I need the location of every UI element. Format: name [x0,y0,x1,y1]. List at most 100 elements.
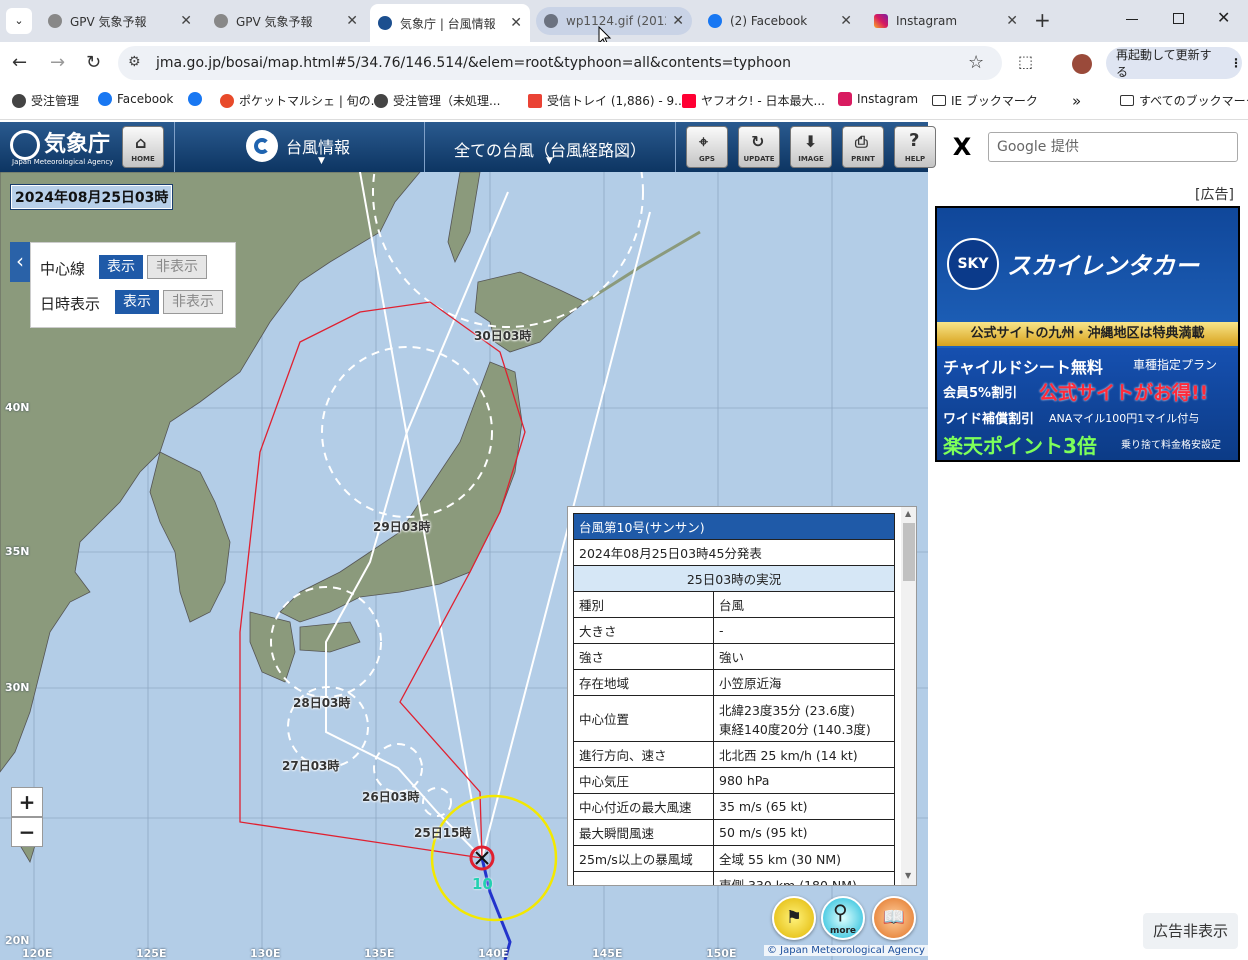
close-icon[interactable]: ✕ [180,13,192,29]
lat-label: 40N [5,401,30,414]
center-line-show-button[interactable]: 表示 [99,255,143,279]
bookmark-item[interactable]: 受注管理（未処理... [374,92,500,109]
forecast-time-label: 25日15時 [414,826,472,840]
gps-button[interactable]: ⌖ GPS [686,126,728,168]
typhoon-info-panel[interactable]: 台風第10号(サンサン) 2024年08月25日03時45分発表 25日03時の… [567,506,917,886]
gpv-favicon-icon [214,14,228,28]
lat-label: 20N [5,934,30,947]
more-button[interactable]: ⚲ more [821,896,865,940]
bookmark-item[interactable]: ポケットマルシェ | 旬の... [220,92,382,109]
bookmarks-more-button[interactable]: » [1072,92,1081,110]
bookmark-item[interactable]: Instagram [838,92,918,106]
table-row: 中心気圧 980 hPa [573,767,895,794]
scroll-thumb[interactable] [903,523,915,581]
help-button[interactable]: ? HELP [894,126,936,168]
divider [675,122,676,172]
forecast-time-label: 28日03時 [293,696,351,710]
zoom-out-button[interactable]: − [11,817,43,847]
bookmark-folder[interactable]: IE ブックマーク [932,92,1038,109]
profile-avatar[interactable] [1072,54,1092,74]
bookmark-item[interactable]: 受信トレイ (1,886) - 9... [528,92,686,109]
image-button[interactable]: ⬇ IMAGE [790,126,832,168]
tab-gpv-2[interactable]: GPV 気象予報 ✕ [206,6,366,36]
window-close-button[interactable]: ✕ [1217,8,1230,27]
close-icon[interactable]: ✕ [672,13,684,29]
bookmark-star-icon[interactable]: ☆ [968,52,984,73]
scroll-up-icon[interactable]: ▲ [905,509,911,518]
map-datetime: 2024年08月25日03時 [10,184,174,210]
close-icon[interactable]: ✕ [1006,13,1018,29]
gmail-icon [528,93,542,108]
tab-gpv-1[interactable]: GPV 気象予報 ✕ [40,6,200,36]
relaunch-button[interactable]: 再起動して更新する ⋮ [1106,47,1242,79]
hide-ads-button[interactable]: 広告非表示 [1143,913,1238,949]
magnifier-icon: ⚲ [833,900,848,924]
chevron-down-icon: ▼ [318,156,325,166]
table-row: 種別 台風 [573,591,895,618]
bookmark-item[interactable]: 受注管理 [12,92,79,109]
gpv-favicon-icon [48,14,62,28]
zoom-in-button[interactable]: + [11,787,43,817]
new-tab-button[interactable]: + [1034,8,1051,32]
x-share-button[interactable]: X [942,128,982,166]
back-icon[interactable]: ← [12,52,27,73]
table-row: 進行方向、速さ 北北西 25 km/h (14 kt) [573,741,895,768]
table-row: 大きさ - [573,617,895,644]
minimize-button[interactable] [1126,19,1138,20]
forecast-time-label: 29日03時 [373,520,431,534]
center-line-hide-button[interactable]: 非表示 [147,255,207,279]
bookmark-item[interactable]: Facebook [98,92,173,106]
maximize-button[interactable] [1173,13,1184,24]
tab-facebook[interactable]: (2) Facebook ✕ [700,6,860,36]
reload-icon[interactable]: ↻ [86,52,101,73]
forecast-time-label: 26日03時 [362,790,420,804]
close-icon[interactable]: ✕ [840,13,852,29]
close-icon[interactable]: ✕ [510,15,522,31]
pocket-marche-icon [220,93,234,108]
table-row: 中心位置 北緯23度35分 (23.6度) 東経140度20分 (140.3度) [573,695,895,742]
lat-label: 30N [5,681,30,694]
bookmark-item[interactable] [188,92,207,106]
google-search-box[interactable]: Google 提供 [988,132,1238,162]
print-button[interactable]: ⎙ PRINT [842,126,884,168]
book-icon: 📖 [882,907,906,928]
ad-bottom-band: チャイルドシート無料 車種指定プラン 会員5%割引 公式サイトがお得!! ワイド… [937,348,1238,460]
forward-icon[interactable]: → [50,52,65,73]
tab-instagram[interactable]: Instagram ✕ [866,6,1026,36]
jma-logo[interactable]: 気象庁 Japan Meteorological Agency [8,126,118,168]
info-section: 25日03時の実況 [573,565,895,592]
legend-icon: ⚑ [785,907,803,928]
table-row: 最大瞬間風速 50 m/s (95 kt) [573,819,895,846]
extensions-icon[interactable]: ⬚ [1018,52,1033,71]
scroll-down-icon[interactable]: ▼ [905,871,911,880]
close-icon[interactable]: ✕ [346,13,358,29]
tab-jma[interactable]: 気象庁 | 台風情報 ✕ [370,4,530,42]
lon-label: 130E [250,947,281,960]
lon-label: 145E [592,947,623,960]
table-row: 強さ 強い [573,643,895,670]
info-scrollbar[interactable]: ▲ ▼ [901,507,916,885]
legend-button[interactable]: ⚑ [772,896,816,940]
all-bookmarks-folder[interactable]: すべてのブックマーク [1120,92,1248,109]
address-bar[interactable]: jma.go.jp/bosai/map.html#5/34.76/146.514… [118,46,1002,80]
facebook-icon [708,14,722,28]
typhoon-info-menu[interactable]: 台風情報 [246,130,350,162]
update-button[interactable]: ↻ UPDATE [738,126,780,168]
datetime-hide-button[interactable]: 非表示 [163,290,223,314]
panel-collapse-button[interactable]: ‹ [10,242,30,282]
kyushu [249,611,296,683]
menu-dots-icon: ⋮ [1230,56,1242,70]
copyright: © Japan Meteorological Agency [764,945,928,956]
tab-search-button[interactable]: ⌄ [6,8,32,34]
guide-button[interactable]: 📖 [872,896,916,940]
datetime-display-label: 日時表示 [40,295,101,313]
table-row: 25m/s以上の暴風域 全域 55 km (30 NM) [573,845,895,872]
bookmark-item[interactable]: ヤフオク! - 日本最大... [682,92,825,109]
home-button[interactable]: ⌂ HOME [122,126,164,168]
tab-wp1124[interactable]: wp1124.gif (2012 ✕ [536,7,692,35]
ad-banner[interactable]: SKY スカイレンタカー 公式サイトの九州・沖縄地区は特典満載 チャイルドシート… [935,206,1240,462]
folder-icon [932,95,946,106]
datetime-show-button[interactable]: 表示 [115,290,159,314]
site-settings-icon[interactable]: ⚙ [128,54,141,70]
ad-label: [広告] [1195,187,1234,203]
